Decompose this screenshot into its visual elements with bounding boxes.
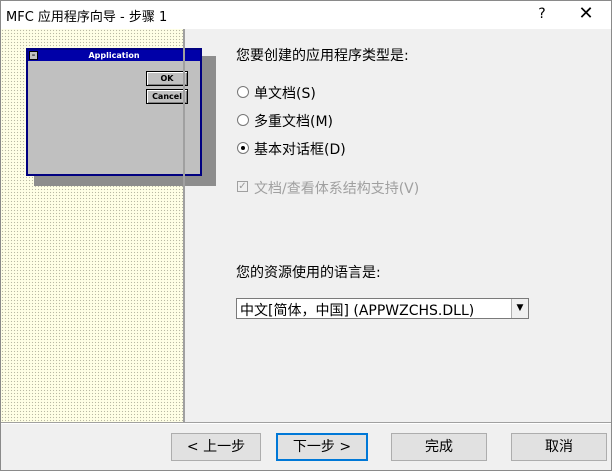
language-select[interactable]: 中文[简体，中国] (APPWZCHS.DLL) ▼	[236, 298, 529, 319]
help-button[interactable]: ?	[531, 3, 553, 25]
radio-icon[interactable]	[237, 86, 249, 98]
window-title: MFC 应用程序向导 - 步骤 1	[6, 10, 168, 25]
radio-label[interactable]: 多重文档(M)	[254, 111, 333, 131]
app-type-prompt: 您要创建的应用程序类型是:	[236, 48, 409, 64]
preview-title: Application	[88, 51, 140, 60]
wizard-dialog: MFC 应用程序向导 - 步骤 1 ? ✕ – Application OK C…	[0, 0, 612, 471]
preview-ok-button: OK	[146, 71, 188, 86]
doc-view-label: 文档/查看体系结构支持(V)	[254, 181, 420, 197]
language-prompt: 您的资源使用的语言是:	[236, 265, 381, 281]
radio-label[interactable]: 基本对话框(D)	[254, 139, 346, 159]
radio-icon[interactable]	[237, 142, 249, 154]
preview-application-window: – Application OK Cancel	[26, 48, 202, 176]
next-button[interactable]: 下一步 >	[276, 433, 368, 461]
checkbox-icon[interactable]: ✓	[237, 181, 248, 192]
language-select-value: 中文[简体，中国] (APPWZCHS.DLL)	[240, 303, 475, 319]
preview-cancel-button: Cancel	[146, 89, 188, 104]
cancel-button[interactable]: 取消	[511, 433, 607, 461]
finish-button[interactable]: 完成	[391, 433, 487, 461]
title-bar: MFC 应用程序向导 - 步骤 1 ? ✕	[1, 1, 611, 29]
back-button[interactable]: < 上一步	[171, 433, 261, 461]
radio-icon[interactable]	[237, 114, 249, 126]
radio-label[interactable]: 单文档(S)	[254, 83, 316, 103]
footer-divider	[1, 422, 611, 424]
pane-divider	[183, 29, 185, 422]
close-button[interactable]: ✕	[568, 2, 604, 26]
system-menu-icon: –	[29, 51, 38, 60]
preview-pane: – Application OK Cancel	[1, 29, 216, 422]
preview-title-bar: – Application	[28, 50, 200, 61]
chevron-down-icon[interactable]: ▼	[511, 299, 528, 318]
